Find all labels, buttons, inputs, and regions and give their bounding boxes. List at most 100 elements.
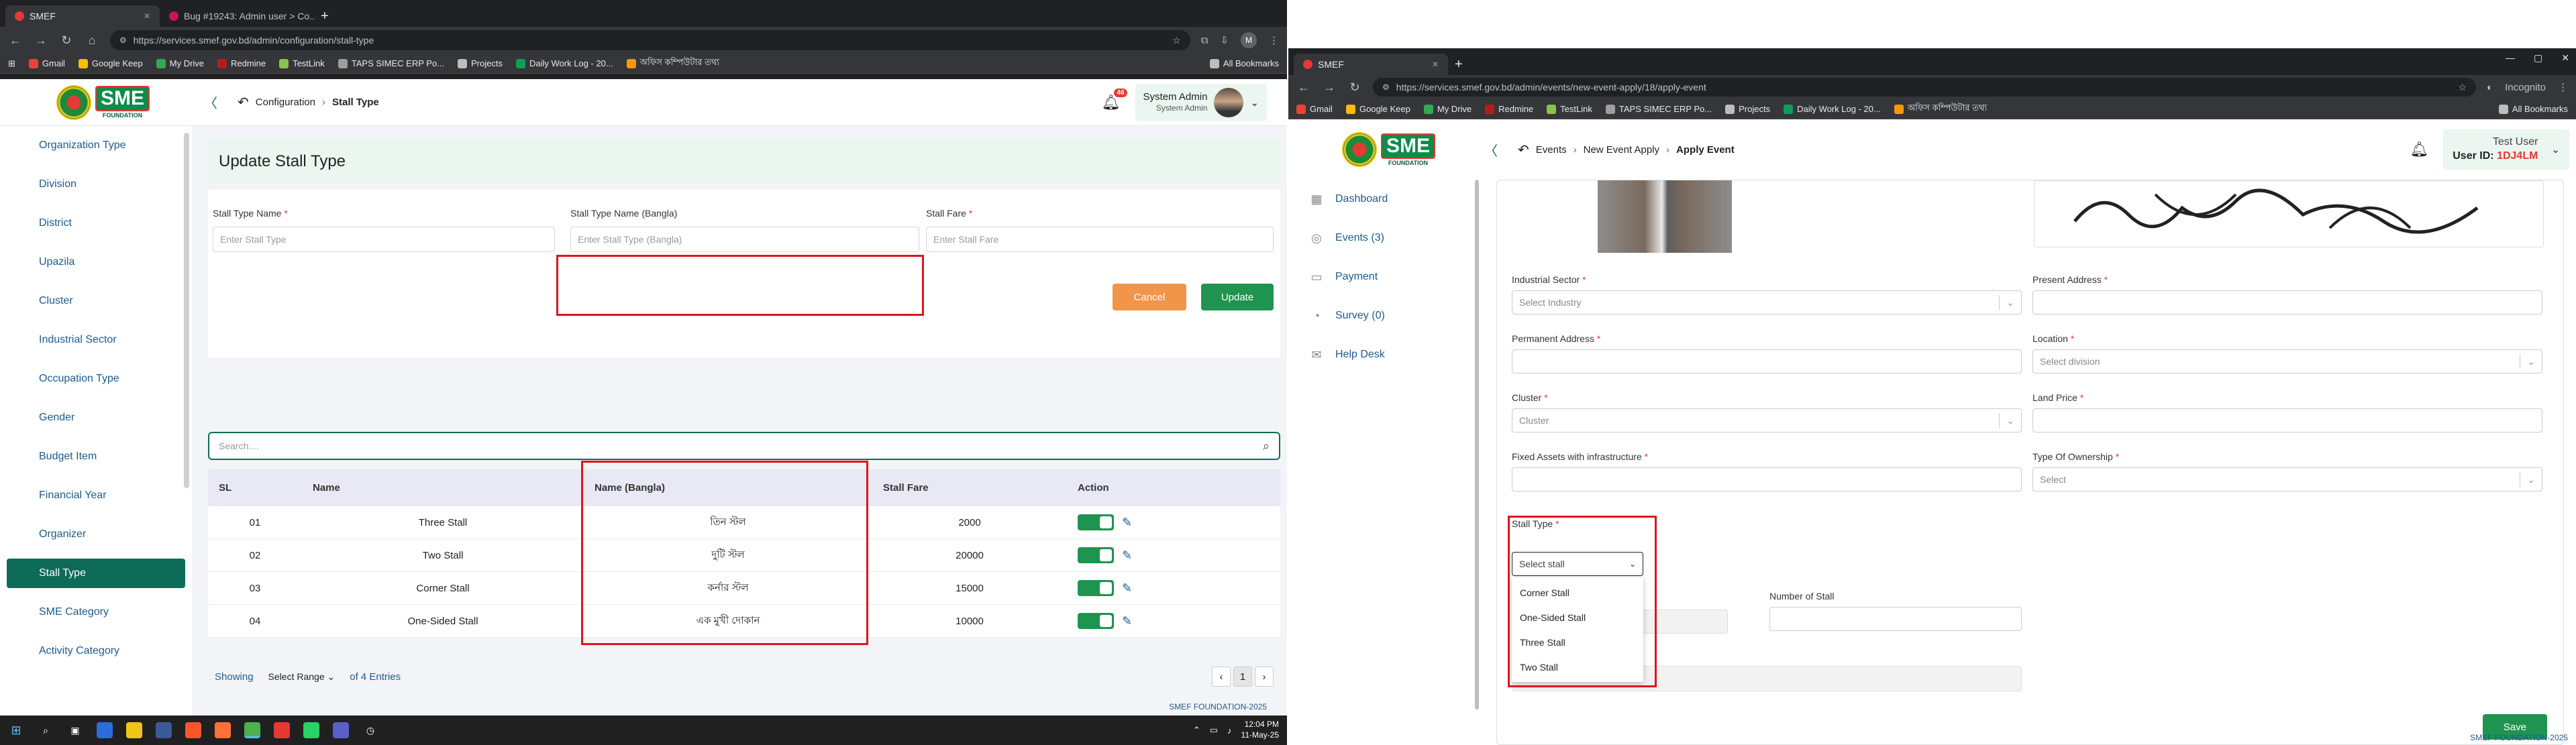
bookmark-gmail[interactable]: Gmail xyxy=(1296,104,1333,114)
bookmark-star-icon[interactable]: ☆ xyxy=(1172,35,1181,46)
stall-price-input[interactable] xyxy=(1638,610,1728,634)
sidebar-item-dashboard[interactable]: ▦ Dashboard xyxy=(1288,180,1483,219)
chrome-icon[interactable] xyxy=(244,722,260,738)
breadcrumb-configuration[interactable]: Configuration xyxy=(256,97,315,108)
industrial-sector-select[interactable]: Select Industry ⌄ xyxy=(1512,290,2022,314)
tab-smef[interactable]: SMEF ✕ xyxy=(5,5,160,27)
apps-icon[interactable]: ⊞ xyxy=(8,58,15,69)
windows-start-icon[interactable]: ⊞ xyxy=(8,722,24,738)
bookmark-taps[interactable]: TAPS SIMEC ERP Po... xyxy=(1605,104,1712,114)
forward-icon[interactable]: → xyxy=(34,34,48,48)
sidebar-item-district[interactable]: District xyxy=(0,204,192,243)
sidebar-collapse-icon[interactable]: 〈 xyxy=(1484,140,1498,160)
user-menu[interactable]: System Admin System Admin ⌄ xyxy=(1135,83,1267,121)
sidebar-item-stall-type[interactable]: Stall Type xyxy=(7,559,185,588)
forward-icon[interactable]: → xyxy=(1322,80,1337,95)
dropdown-option[interactable]: Three Stall xyxy=(1512,630,1643,654)
stall-fare-input[interactable]: Enter Stall Fare xyxy=(926,227,1274,252)
back-icon[interactable]: ← xyxy=(8,34,23,48)
taskbar-clock[interactable]: 12:04 PM 11-May-25 xyxy=(1241,720,1279,740)
sidebar-item-financial-year[interactable]: Financial Year xyxy=(0,476,192,515)
cancel-button[interactable]: Cancel xyxy=(1113,284,1186,310)
present-address-input[interactable] xyxy=(2032,290,2542,314)
land-price-input[interactable] xyxy=(2032,408,2542,433)
sidebar-item-events[interactable]: ◎ Events (3) xyxy=(1288,219,1483,257)
dropdown-option[interactable]: One-Sided Stall xyxy=(1512,605,1643,630)
new-tab-button[interactable]: + xyxy=(1448,54,1470,75)
next-page-icon[interactable]: › xyxy=(1255,667,1274,687)
status-toggle[interactable] xyxy=(1078,514,1114,530)
search-icon[interactable]: ⌕ xyxy=(1263,439,1270,453)
minimize-icon[interactable]: — xyxy=(2506,52,2515,64)
page-number[interactable]: 1 xyxy=(1233,667,1252,687)
site-info-icon[interactable]: ⚙ xyxy=(1382,82,1390,92)
maximize-icon[interactable]: ▢ xyxy=(2534,52,2542,64)
bookmark-office[interactable]: অফিস কম্পিউটার তথ্য xyxy=(1894,102,1987,116)
status-toggle[interactable] xyxy=(1078,613,1114,629)
edit-icon[interactable]: ✎ xyxy=(1122,581,1132,595)
clock-app-icon[interactable]: ◷ xyxy=(362,722,378,738)
app-icon[interactable] xyxy=(274,722,290,738)
profile-avatar[interactable]: M xyxy=(1241,32,1257,48)
site-info-icon[interactable]: ⚙ xyxy=(119,36,127,45)
all-bookmarks[interactable]: All Bookmarks xyxy=(2498,104,2568,114)
reload-icon[interactable]: ↻ xyxy=(59,34,74,48)
stall-type-select[interactable]: Select stall ⌄ xyxy=(1512,552,1643,576)
reload-icon[interactable]: ↻ xyxy=(1347,80,1362,95)
task-view-icon[interactable]: ▣ xyxy=(67,722,83,738)
bookmark-worklog[interactable]: Daily Work Log - 20... xyxy=(515,58,613,68)
bookmark-drive[interactable]: My Drive xyxy=(1423,104,1472,114)
close-icon[interactable]: ✕ xyxy=(1432,60,1439,69)
notification-bell-icon[interactable]: 🔔︎ 46 xyxy=(1102,88,1127,111)
stall-name-input[interactable]: Enter Stall Type xyxy=(213,227,555,252)
sidebar-item-survey[interactable]: ◔ Survey (0) xyxy=(1288,296,1483,335)
breadcrumb-events[interactable]: Events xyxy=(1536,144,1567,156)
back-arrow-icon[interactable]: ↶ xyxy=(1518,141,1529,158)
bookmark-redmine[interactable]: Redmine xyxy=(1485,104,1533,114)
chevron-down-icon[interactable]: ⌄ xyxy=(2551,144,2560,156)
chevron-up-icon[interactable]: ⌃ xyxy=(1193,725,1200,736)
back-icon[interactable]: ← xyxy=(1296,80,1311,95)
stall-name-bangla-input[interactable]: Enter Stall Type (Bangla) xyxy=(570,227,919,252)
notification-bell-icon[interactable]: 🔔︎ xyxy=(2410,141,2428,158)
whatsapp-icon[interactable] xyxy=(303,722,319,738)
sidebar-scrollbar[interactable] xyxy=(1475,180,1479,709)
breadcrumb-new-event-apply[interactable]: New Event Apply xyxy=(1584,144,1659,156)
firefox-icon[interactable] xyxy=(215,722,231,738)
smef-logo[interactable]: SME FOUNDATION xyxy=(1288,132,1490,167)
menu-icon[interactable]: ⋮ xyxy=(2558,81,2568,93)
sidebar-item-cluster[interactable]: Cluster xyxy=(0,282,192,321)
bookmark-keep[interactable]: Google Keep xyxy=(78,58,143,68)
menu-icon[interactable]: ⋮ xyxy=(1269,34,1279,46)
range-select[interactable]: Select Range ⌄ xyxy=(263,669,341,685)
sidebar-item-organizer[interactable]: Organizer xyxy=(0,515,192,554)
new-tab-button[interactable]: + xyxy=(314,5,336,27)
permanent-address-input[interactable] xyxy=(1512,349,2022,374)
teams-icon[interactable] xyxy=(333,722,349,738)
sidebar-item-help-desk[interactable]: ✉ Help Desk xyxy=(1288,335,1483,374)
close-window-icon[interactable]: ✕ xyxy=(2561,52,2569,64)
chevron-down-icon[interactable]: ⌄ xyxy=(1250,97,1259,109)
sidebar-item-upazila[interactable]: Upazila xyxy=(0,243,192,282)
app-icon[interactable] xyxy=(156,722,172,738)
bookmark-drive[interactable]: My Drive xyxy=(156,58,204,68)
close-icon[interactable]: ✕ xyxy=(144,11,150,21)
sidebar-item-activity-category[interactable]: Activity Category xyxy=(0,632,192,671)
volume-icon[interactable]: ♪ xyxy=(1227,726,1232,736)
status-toggle[interactable] xyxy=(1078,580,1114,596)
sidebar-item-sme-category[interactable]: SME Category xyxy=(0,593,192,632)
location-select[interactable]: Select division ⌄ xyxy=(2032,349,2542,374)
edit-icon[interactable]: ✎ xyxy=(1122,516,1132,530)
dropdown-option[interactable]: Corner Stall xyxy=(1512,580,1643,605)
prev-page-icon[interactable]: ‹ xyxy=(1212,667,1231,687)
ownership-select[interactable]: Select ⌄ xyxy=(2032,467,2542,492)
edit-icon[interactable]: ✎ xyxy=(1122,614,1132,628)
bookmark-testlink[interactable]: TestLink xyxy=(279,58,325,68)
bookmark-projects[interactable]: Projects xyxy=(1725,104,1770,114)
bookmark-redmine[interactable]: Redmine xyxy=(217,58,266,68)
sidebar-item-gender[interactable]: Gender xyxy=(0,398,192,437)
smef-logo[interactable]: SME FOUNDATION xyxy=(0,84,195,120)
bookmark-gmail[interactable]: Gmail xyxy=(28,58,65,68)
edit-icon[interactable]: ✎ xyxy=(1122,549,1132,563)
address-bar[interactable]: ⚙ https://services.smef.gov.bd/admin/conf… xyxy=(110,30,1190,50)
